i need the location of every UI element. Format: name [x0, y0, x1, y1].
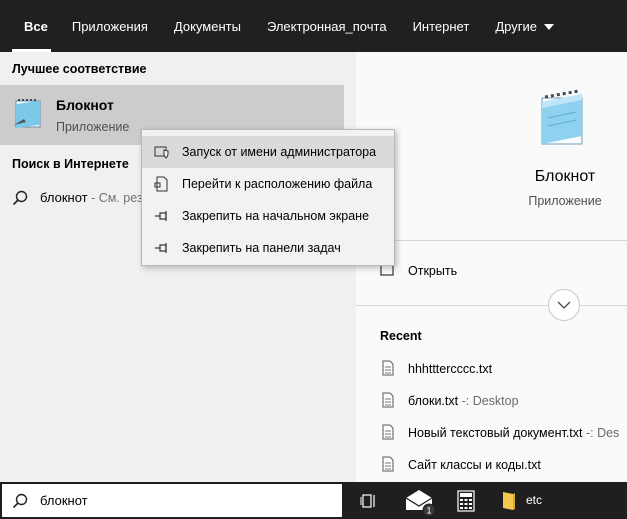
tab-label: Другие [495, 18, 537, 34]
recent-heading: Recent [380, 329, 422, 343]
shield-icon [154, 146, 169, 159]
text-file-icon [382, 456, 394, 472]
folder-icon [503, 491, 515, 510]
open-label: Открыть [408, 264, 458, 278]
tab-label: Приложения [71, 18, 148, 34]
menu-item-run-as-admin[interactable]: Запуск от имени администратора [142, 136, 394, 168]
text-file-icon [382, 360, 394, 376]
mail-app-button[interactable]: 1 [402, 482, 438, 519]
best-match-title: Блокнот [56, 97, 114, 113]
recent-file[interactable]: Новый текстовый документ.txt -: Des [356, 422, 627, 446]
recent-file[interactable]: hhhttterccсс.txt [356, 358, 627, 382]
pin-icon [155, 211, 167, 221]
calculator-icon [457, 489, 475, 512]
menu-item-pin-to-start[interactable]: Закрепить на начальном экране [142, 200, 394, 232]
tab-documents[interactable]: Документы [161, 0, 254, 52]
chevron-down-icon [543, 24, 554, 30]
tab-apps[interactable]: Приложения [59, 0, 161, 52]
tab-label: Интернет [412, 18, 470, 34]
tab-label: Электронная_почта [266, 18, 387, 34]
recent-file-name: блоки.txt [408, 394, 459, 408]
folder-button[interactable] [496, 482, 522, 519]
divider [356, 305, 627, 306]
taskbar: 1 etc [344, 482, 627, 519]
tab-more[interactable]: Другие [482, 0, 567, 52]
mail-badge-count: 1 [426, 505, 431, 515]
web-search-heading: Поиск в Интернете [12, 157, 129, 171]
web-query: блокнот [40, 190, 88, 205]
best-match-heading: Лучшее соответствие [12, 62, 147, 76]
results-pane: Лучшее соответствие Блокнот Приложение П… [0, 52, 344, 482]
tab-internet[interactable]: Интернет [400, 0, 483, 52]
tab-all[interactable]: Все [0, 0, 59, 52]
best-match-subtitle: Приложение [56, 120, 130, 134]
menu-item-label: Закрепить на начальном экране [182, 209, 370, 223]
context-menu: Запуск от имени администратора Перейти к… [141, 129, 395, 266]
notepad-icon [14, 99, 41, 129]
search-icon [12, 190, 28, 206]
tab-email[interactable]: Электронная_почта [254, 0, 400, 52]
mail-icon: 1 [405, 489, 436, 516]
search-input-value: блокнот [40, 493, 88, 508]
folder-label[interactable]: etc [526, 493, 542, 507]
expand-button[interactable] [548, 289, 580, 321]
tab-label: Все [24, 18, 48, 34]
text-file-icon [382, 392, 394, 408]
file-location-icon [154, 176, 168, 192]
divider [356, 240, 627, 241]
chevron-down-icon [557, 301, 571, 309]
app-subtitle: Приложение [528, 194, 602, 208]
recent-file[interactable]: блоки.txt -: Desktop [356, 390, 627, 414]
web-hint: - См. рез [87, 191, 143, 205]
menu-item-label: Запуск от имени администратора [182, 145, 377, 159]
recent-file-name: Сайт классы и коды.txt [408, 458, 541, 472]
recent-file-path: -: Desktop [458, 394, 519, 408]
menu-item-open-file-location[interactable]: Перейти к расположению файла [142, 168, 394, 200]
details-pane: Блокнот Приложение Открыть Recent hhhttt… [356, 52, 627, 482]
menu-item-pin-to-taskbar[interactable]: Закрепить на панели задач [142, 232, 394, 264]
menu-item-label: Закрепить на панели задач [182, 241, 341, 255]
open-action[interactable]: Открыть [356, 254, 627, 286]
recent-file-path: -: Des [582, 426, 620, 440]
search-filter-tabs: Все Приложения Документы Электронная_поч… [0, 0, 627, 52]
menu-item-label: Перейти к расположению файла [182, 177, 373, 191]
search-icon [12, 493, 28, 509]
calculator-button[interactable] [452, 482, 480, 519]
recent-file-name: Новый текстовый документ.txt [408, 426, 583, 440]
app-title: Блокнот [534, 168, 596, 185]
task-view-icon [360, 493, 375, 508]
search-input[interactable]: блокнот [0, 482, 344, 519]
tab-label: Документы [173, 18, 241, 34]
notepad-icon [541, 89, 583, 145]
pin-icon [155, 243, 167, 253]
task-view-button[interactable] [354, 482, 384, 519]
recent-file-name: hhhttterccсс.txt [408, 362, 493, 376]
text-file-icon [382, 424, 394, 440]
recent-file[interactable]: Сайт классы и коды.txt [356, 454, 627, 478]
